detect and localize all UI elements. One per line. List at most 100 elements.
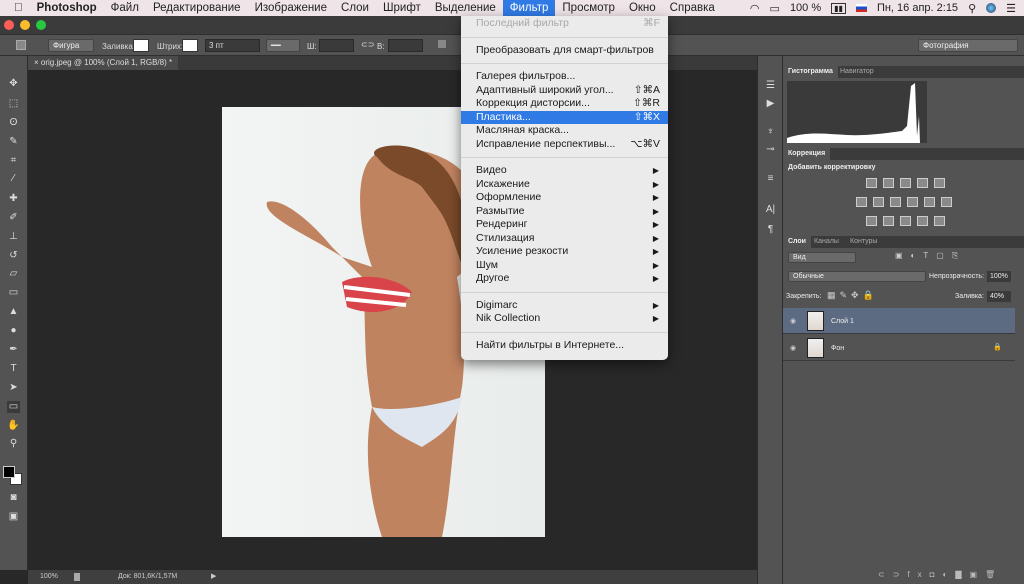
dodge-tool-icon[interactable]: ●	[7, 325, 20, 337]
menu-layers[interactable]: Слои	[334, 0, 376, 16]
airplay-icon[interactable]: ▭	[770, 2, 780, 15]
brush-tool-icon[interactable]: ✐	[7, 212, 20, 224]
paragraph-panel-icon[interactable]: ¶	[764, 224, 777, 236]
search-icon[interactable]: ⚲	[968, 2, 976, 15]
stamp-tool-icon[interactable]: ⊥	[7, 231, 20, 243]
height-field[interactable]	[388, 39, 423, 52]
channel-mixer-icon[interactable]	[924, 197, 935, 207]
crop-tool-icon[interactable]: ⌗	[7, 155, 20, 167]
menu-filter[interactable]: Фильтр	[502, 0, 556, 16]
menu-help[interactable]: Справка	[663, 0, 722, 16]
visibility-eye-icon[interactable]: ◉	[790, 344, 796, 352]
menu-view[interactable]: Просмотр	[555, 0, 622, 16]
fill-field[interactable]: 40%	[987, 291, 1011, 302]
delete-layer-icon[interactable]: 🗑	[985, 570, 1003, 579]
apple-icon[interactable]: 	[0, 0, 30, 16]
add-mask-icon[interactable]: ◘	[930, 570, 943, 579]
threshold-icon[interactable]	[900, 216, 911, 226]
flag-icon[interactable]	[855, 4, 867, 12]
layer-row-background[interactable]: ◉ Фон 🔒	[783, 335, 1015, 361]
battery-icon[interactable]: ▮▮	[831, 2, 846, 14]
menu-item-video[interactable]: Видео ▶	[461, 164, 668, 178]
siri-icon[interactable]	[986, 3, 997, 13]
move-tool-icon[interactable]: ✥	[7, 78, 20, 90]
color-lookup-icon[interactable]	[941, 197, 952, 207]
brush-panel-icon[interactable]: ♆	[764, 126, 777, 138]
gradient-tool-icon[interactable]: ▭	[7, 287, 20, 299]
eyedropper-tool-icon[interactable]: ⁄	[7, 173, 20, 185]
tab-paths[interactable]: Контуры	[845, 236, 882, 248]
healing-tool-icon[interactable]: ✚	[7, 193, 20, 205]
menu-item-noise[interactable]: Шум ▶	[461, 259, 668, 273]
menu-item-other[interactable]: Другое ▶	[461, 272, 668, 286]
path-ops-icon[interactable]	[438, 40, 446, 48]
foreground-color[interactable]	[3, 466, 15, 478]
history-panel-icon[interactable]: ☰	[764, 80, 777, 92]
menu-item-stylize-design[interactable]: Оформление ▶	[461, 191, 668, 205]
fill-swatch[interactable]	[133, 39, 149, 52]
lasso-tool-icon[interactable]: ʘ	[7, 117, 20, 129]
tool-preset-icon[interactable]	[16, 40, 26, 50]
menu-item-lens-correction[interactable]: Коррекция дисторсии... ⇧⌘R	[461, 97, 668, 111]
blend-mode-select[interactable]: Обычные	[788, 271, 926, 282]
quick-mask-icon[interactable]: ◙	[7, 492, 20, 504]
marquee-tool-icon[interactable]: ⬚	[7, 98, 20, 110]
blur-tool-icon[interactable]: ▲	[7, 306, 20, 318]
selective-color-icon[interactable]	[917, 216, 928, 226]
hue-sat-icon[interactable]	[856, 197, 867, 207]
fx-icon[interactable]: fx	[907, 570, 929, 579]
close-tab-icon[interactable]: ×	[34, 58, 41, 67]
menu-select[interactable]: Выделение	[428, 0, 503, 16]
layer-row-sloy1[interactable]: ◉ Слой 1	[783, 308, 1015, 334]
posterize-icon[interactable]	[883, 216, 894, 226]
menu-item-oil-paint[interactable]: Масляная краска...	[461, 124, 668, 138]
rectangle-tool-icon[interactable]: ▭	[7, 401, 20, 413]
layer-filter-icons[interactable]: ▣◐T▢⎘	[895, 251, 966, 261]
zoom-tool-icon[interactable]: ⚲	[7, 438, 20, 450]
menu-item-digimarc[interactable]: Digimarc ▶	[461, 299, 668, 313]
menu-item-nik-collection[interactable]: Nik Collection ▶	[461, 312, 668, 326]
pen-tool-icon[interactable]: ✒	[7, 344, 20, 356]
layer-filter-select[interactable]: Вид	[788, 252, 856, 263]
new-group-icon[interactable]: ▇	[955, 570, 969, 579]
photo-filter-icon[interactable]	[907, 197, 918, 207]
levels-icon[interactable]	[883, 178, 894, 188]
eraser-tool-icon[interactable]: ▱	[7, 268, 20, 280]
menu-item-sharpen[interactable]: Усиление резкости ▶	[461, 245, 668, 259]
menu-item-browse-online[interactable]: Найти фильтры в Интернете...	[461, 339, 668, 353]
menu-item-render[interactable]: Рендеринг ▶	[461, 218, 668, 232]
stroke-swatch[interactable]	[182, 39, 198, 52]
actions-panel-icon[interactable]: ▶	[764, 98, 777, 110]
character-panel-icon[interactable]: A|	[764, 204, 777, 216]
clock[interactable]: Пн, 16 апр. 2:15	[877, 2, 958, 14]
menu-image[interactable]: Изображение	[248, 0, 334, 16]
type-tool-icon[interactable]: T	[7, 363, 20, 375]
close-button[interactable]	[4, 20, 14, 30]
layer-name[interactable]: Фон	[831, 345, 844, 352]
screen-mode-icon[interactable]: ▣	[7, 511, 20, 523]
workspace-select[interactable]: Фотография	[918, 39, 1018, 52]
menu-type[interactable]: Шрифт	[376, 0, 428, 16]
battery-status[interactable]: 100 %	[790, 2, 821, 14]
shape-mode-select[interactable]: Фигура	[48, 39, 94, 52]
menu-file[interactable]: Файл	[104, 0, 146, 16]
tab-channels[interactable]: Каналы	[809, 236, 844, 248]
status-menu-arrow[interactable]: ▶	[211, 570, 216, 584]
zoom-button[interactable]	[36, 20, 46, 30]
menu-item-blur[interactable]: Размытие ▶	[461, 205, 668, 219]
link-icon[interactable]: ⊂⊃	[361, 40, 374, 49]
menu-item-filter-gallery[interactable]: Галерея фильтров...	[461, 70, 668, 84]
menu-item-adaptive-wide-angle[interactable]: Адаптивный широкий угол... ⇧⌘A	[461, 84, 668, 98]
menu-item-smart-filters[interactable]: Преобразовать для смарт-фильтров	[461, 44, 668, 58]
menu-edit[interactable]: Редактирование	[146, 0, 248, 16]
export-icon[interactable]	[74, 573, 80, 581]
brush-presets-icon[interactable]: ⊸	[764, 144, 777, 156]
minimize-button[interactable]	[20, 20, 30, 30]
width-field[interactable]	[319, 39, 354, 52]
visibility-eye-icon[interactable]: ◉	[790, 317, 796, 325]
tab-navigator[interactable]: Навигатор	[835, 66, 879, 78]
menu-window[interactable]: Окно	[622, 0, 663, 16]
hand-tool-icon[interactable]: ✋	[7, 420, 20, 432]
invert-icon[interactable]	[866, 216, 877, 226]
stroke-type-select[interactable]: ━━	[266, 39, 300, 52]
